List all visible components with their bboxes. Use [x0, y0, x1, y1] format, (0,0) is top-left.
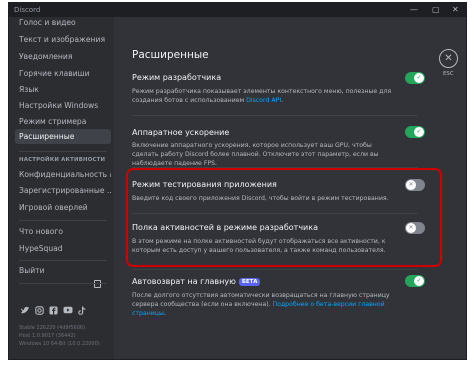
app-test-mode-toggle[interactable]: ✕ [405, 179, 425, 191]
setting-title-app-test-mode: Режим тестирования приложения [132, 180, 277, 189]
close-settings-button[interactable]: ✕ [439, 49, 458, 68]
minimize-button[interactable]: — [410, 5, 418, 15]
version-line: Windows 10 64-Bit (10.0.22000) [19, 341, 100, 347]
app-title: Discord [14, 6, 41, 14]
sidebar-item-streamer-mode[interactable]: Режим стримера [15, 114, 111, 129]
setting-title-activity-shelf: Полка активностей в режиме разработчика [132, 223, 318, 232]
discord-api-link[interactable]: Discord API [246, 97, 281, 104]
sidebar-item-advanced[interactable]: Расширенные [15, 129, 111, 144]
tiktok-icon[interactable] [78, 306, 86, 317]
sidebar-item-game-overlay[interactable]: Игровой оверлей [15, 200, 111, 215]
sidebar-item-notifications[interactable]: Уведомления [15, 49, 111, 64]
logout-icon [94, 280, 101, 288]
setting-title-auto-return-home: Автовозврат на главную БЕТА [132, 277, 261, 286]
close-window-button[interactable]: ✕ [452, 5, 459, 15]
setting-title-developer-mode: Режим разработчика [132, 73, 222, 82]
activity-shelf-toggle[interactable]: ✕ [405, 222, 425, 234]
x-icon: ✕ [406, 223, 416, 233]
sidebar-divider [19, 151, 107, 152]
sidebar-item-windows-settings[interactable]: Настройки Windows [15, 98, 111, 113]
setting-desc-auto-return-home: После долгого отсутствия автоматически в… [132, 292, 390, 317]
setting-title-hardware-acceleration: Аппаратное ускорение [132, 128, 230, 137]
settings-sidebar: Голос и видео Текст и изображения Уведом… [9, 15, 114, 359]
hardware-acceleration-toggle[interactable]: ✓ [405, 126, 425, 138]
beta-badge: БЕТА [238, 278, 261, 286]
setting-desc-hardware-acceleration: Включение аппаратного ускорения, которое… [132, 142, 379, 167]
esc-label: ESC [443, 71, 454, 77]
discord-window: Discord — ▢ ✕ Голос и видео Текст и изоб… [8, 2, 467, 360]
sidebar-item-whats-new[interactable]: Что нового [15, 224, 111, 239]
sidebar-divider [19, 283, 107, 284]
facebook-icon[interactable] [49, 306, 58, 317]
page-title: Расширенные [132, 49, 209, 61]
auto-return-home-toggle[interactable]: ✓ [405, 275, 425, 287]
sidebar-divider [19, 220, 107, 221]
youtube-icon[interactable] [63, 306, 73, 316]
sidebar-item-hypesquad[interactable]: HypeSquad [15, 241, 111, 256]
twitter-icon[interactable] [20, 306, 30, 317]
developer-mode-toggle[interactable]: ✓ [405, 72, 425, 84]
version-line: Stable 226220 (4d9f5606) [19, 325, 86, 331]
close-icon: ✕ [444, 53, 453, 64]
version-line: Host 1.0.9017 (36442) [19, 333, 76, 339]
setting-divider [132, 115, 418, 116]
check-icon: ✓ [414, 276, 424, 286]
check-icon: ✓ [414, 73, 424, 83]
sidebar-divider [19, 260, 107, 261]
instagram-icon[interactable] [35, 306, 44, 317]
sidebar-section-activity: НАСТРОЙКИ АКТИВНОСТИ [19, 157, 106, 163]
sidebar-item-language[interactable]: Язык [15, 82, 111, 97]
setting-desc-developer-mode: Режим разработчика показывает элементы к… [132, 88, 392, 104]
x-icon: ✕ [406, 180, 416, 190]
setting-desc-app-test-mode: Введите код своего приложения Discord, ч… [132, 195, 389, 202]
settings-content: Расширенные Режим разработчика ✓ Режим р… [114, 17, 466, 359]
sidebar-item-voice-video[interactable]: Голос и видео [15, 15, 111, 30]
setting-desc-activity-shelf: В этом режиме на полке активностей будут… [132, 238, 386, 254]
setting-divider [132, 269, 418, 270]
setting-divider [132, 213, 418, 214]
check-icon: ✓ [414, 127, 424, 137]
maximize-button[interactable]: ▢ [432, 5, 440, 15]
sidebar-item-keybinds[interactable]: Горячие клавиши [15, 66, 111, 81]
sidebar-item-activity-privacy[interactable]: Конфиденциальность ак... [15, 167, 111, 182]
sidebar-item-registered-games[interactable]: Зарегистрированные ... [15, 183, 111, 198]
sidebar-item-logout[interactable]: Выйти [15, 263, 111, 278]
sidebar-item-text-images[interactable]: Текст и изображения [15, 32, 111, 47]
